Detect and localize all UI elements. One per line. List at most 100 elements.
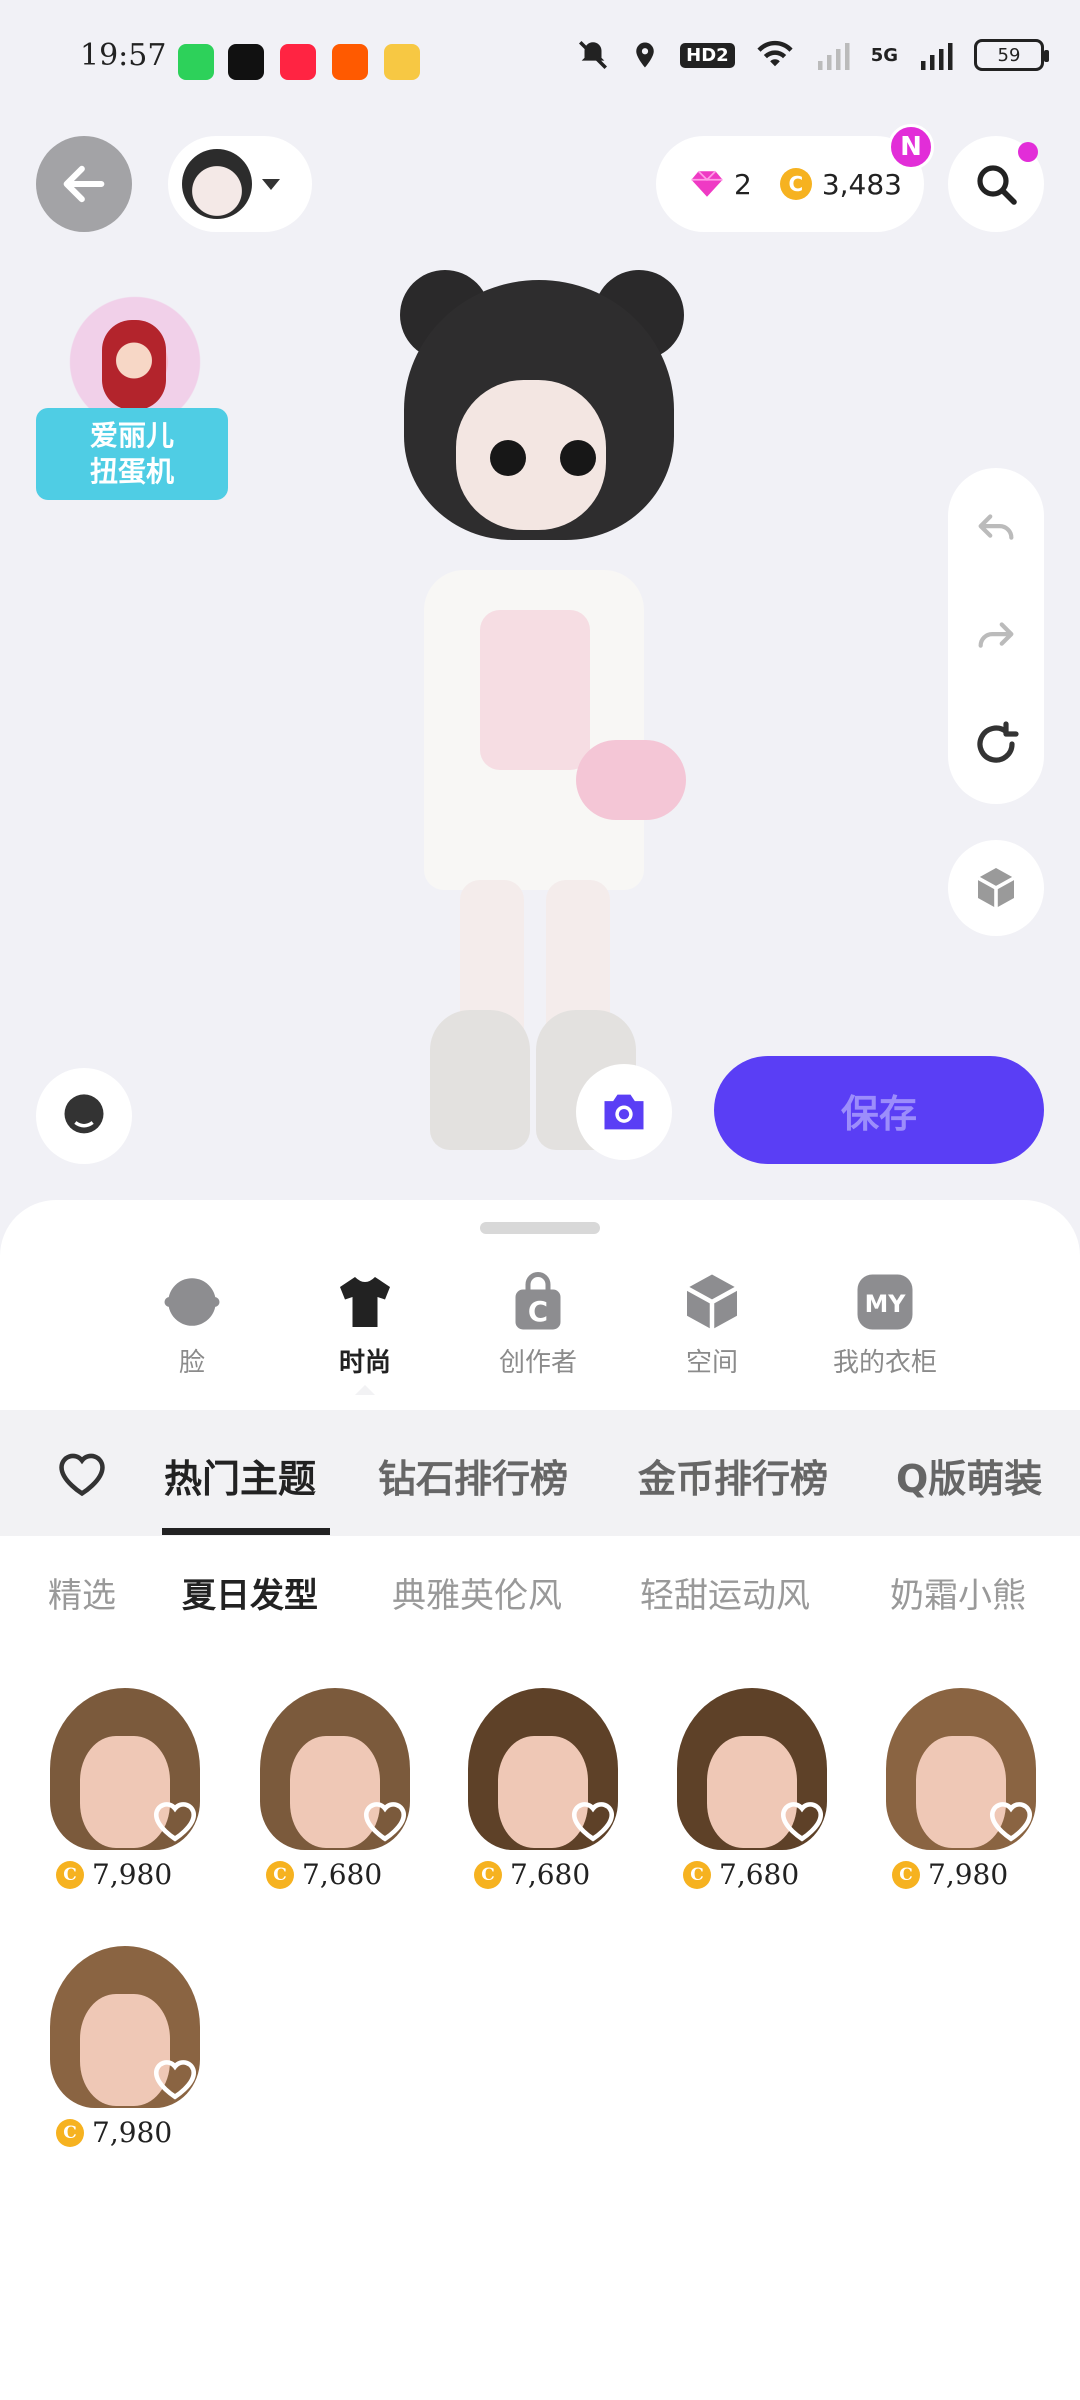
coin-icon: C (683, 1860, 711, 1889)
tab-hot-themes[interactable]: 热门主题 (164, 1448, 316, 1503)
favorites-tab[interactable] (54, 1448, 110, 1502)
chevron-down-icon (262, 178, 280, 190)
arrow-left-icon (63, 165, 105, 203)
edit-tools (948, 468, 1044, 804)
3d-view-button[interactable] (948, 840, 1044, 936)
price-value: 7,680 (510, 1858, 591, 1891)
location-icon (636, 42, 654, 68)
notification-dot (1018, 142, 1038, 162)
hair-item[interactable]: C 7,680 (250, 1680, 420, 1910)
heart-icon[interactable] (150, 2053, 200, 2103)
creator-bag-icon: C (515, 1272, 561, 1330)
item-price: C 7,680 (266, 1858, 382, 1891)
subtheme-tabs: 精选 夏日发型 典雅英伦风 轻甜运动风 奶霜小熊 (0, 1560, 1080, 1620)
wardrobe-sheet: 脸 时尚 C 创作者 空间 MY 我的衣柜 热门主题 钻石排行榜 金币排行榜 Q… (0, 1200, 1080, 2400)
hair-thumbnail (40, 1938, 210, 2108)
promo-label[interactable]: 爱丽儿 扭蛋机 (36, 408, 228, 500)
space-cube-icon (685, 1274, 739, 1330)
my-badge: MY (865, 1290, 907, 1318)
price-value: 7,980 (928, 1858, 1009, 1891)
outfit-graphic (480, 610, 590, 770)
heart-icon[interactable] (360, 1795, 410, 1845)
avatar-switcher[interactable] (168, 136, 312, 232)
creator-badge: C (528, 1296, 548, 1328)
battery-icon: 59 (974, 39, 1049, 71)
category-space[interactable]: 空间 (637, 1270, 787, 1379)
coin-icon: C (56, 2118, 84, 2147)
subtab-summer-hair[interactable]: 夏日发型 (182, 1568, 318, 1617)
subtab-british[interactable]: 典雅英伦风 (392, 1568, 562, 1617)
head-view-button[interactable] (36, 1068, 132, 1164)
status-icons: HD2 5G 59 (576, 38, 1049, 72)
hair-item[interactable]: C 7,980 (40, 1680, 210, 1910)
hair-item[interactable]: C 7,980 (40, 1938, 210, 2168)
sheet-handle[interactable] (480, 1222, 600, 1234)
category-label: 创作者 (498, 1348, 577, 1378)
price-value: 7,680 (719, 1858, 800, 1891)
category-fashion[interactable]: 时尚 (290, 1270, 440, 1395)
hair-thumbnail (40, 1680, 210, 1850)
signal-weak-icon (817, 43, 850, 70)
heart-icon (59, 1453, 105, 1497)
heart-icon[interactable] (777, 1795, 827, 1845)
active-indicator (355, 1385, 375, 1395)
status-time: 19:57 (80, 38, 167, 73)
category-face[interactable]: 脸 (117, 1270, 267, 1379)
subtab-featured[interactable]: 精选 (48, 1568, 116, 1617)
category-label: 脸 (178, 1348, 205, 1378)
category-label: 时尚 (338, 1348, 391, 1378)
tab-diamond-ranking[interactable]: 钻石排行榜 (378, 1448, 568, 1503)
item-price: C 7,980 (56, 1858, 172, 1891)
hd-voice-icon: HD2 (680, 42, 735, 68)
avatar (182, 149, 252, 219)
item-price: C 7,680 (474, 1858, 590, 1891)
avatar-preview[interactable] (380, 270, 720, 1200)
head-icon (64, 1094, 104, 1134)
subtab-sporty[interactable]: 轻甜运动风 (640, 1568, 810, 1617)
heart-icon[interactable] (986, 1795, 1036, 1845)
category-my-closet[interactable]: MY 我的衣柜 (810, 1270, 960, 1379)
signal-strong-icon (921, 43, 953, 70)
hair-thumbnail (250, 1680, 420, 1850)
category-creator[interactable]: C 创作者 (463, 1270, 613, 1379)
subtab-cream-bear[interactable]: 奶霜小熊 (890, 1568, 1026, 1617)
diamond-icon (691, 170, 723, 197)
refresh-icon (977, 721, 1019, 763)
coin-icon: C (474, 1860, 502, 1889)
mute-bell-icon (579, 40, 608, 70)
heart-icon[interactable] (568, 1795, 618, 1845)
price-value: 7,680 (302, 1858, 383, 1891)
price-value: 7,980 (92, 1858, 173, 1891)
coin-icon: C (779, 168, 812, 200)
back-button[interactable] (36, 136, 132, 232)
reset-button[interactable] (948, 696, 1044, 792)
wifi-icon (757, 40, 793, 67)
undo-button[interactable] (948, 480, 1044, 576)
heart-icon[interactable] (150, 1795, 200, 1845)
status-bar: 19:57 HD2 5G 59 (0, 0, 1080, 120)
category-label: 空间 (685, 1348, 738, 1378)
item-price: C 7,680 (683, 1858, 799, 1891)
avatar-shoe-left (430, 1010, 530, 1150)
bunny-bag (576, 740, 686, 820)
redo-button[interactable] (948, 588, 1044, 684)
coin-icon: C (56, 1860, 84, 1889)
hair-item[interactable]: C 7,680 (458, 1680, 628, 1910)
camera-button[interactable] (576, 1064, 672, 1160)
hair-item[interactable]: C 7,680 (667, 1680, 837, 1910)
battery-level: 59 (997, 44, 1021, 66)
xiaohongshu-app-icon (280, 44, 316, 80)
coin-icon: C (266, 1860, 294, 1889)
theme-tabs: 热门主题 钻石排行榜 金币排行榜 Q版萌装 (0, 1410, 1080, 1536)
tshirt-icon (340, 1277, 390, 1327)
face-icon (164, 1278, 220, 1326)
hair-item[interactable]: C 7,980 (876, 1680, 1046, 1910)
item-price: C 7,980 (56, 2116, 172, 2149)
price-value: 7,980 (92, 2116, 173, 2149)
coin-icon: C (892, 1860, 920, 1889)
tab-coin-ranking[interactable]: 金币排行榜 (638, 1448, 828, 1503)
save-button[interactable]: 保存 (714, 1056, 1044, 1164)
tab-q-cute[interactable]: Q版萌装 (896, 1448, 1042, 1503)
tiktok-app-icon (228, 44, 264, 80)
currency-display[interactable]: 2 C 3,483 (656, 136, 924, 232)
